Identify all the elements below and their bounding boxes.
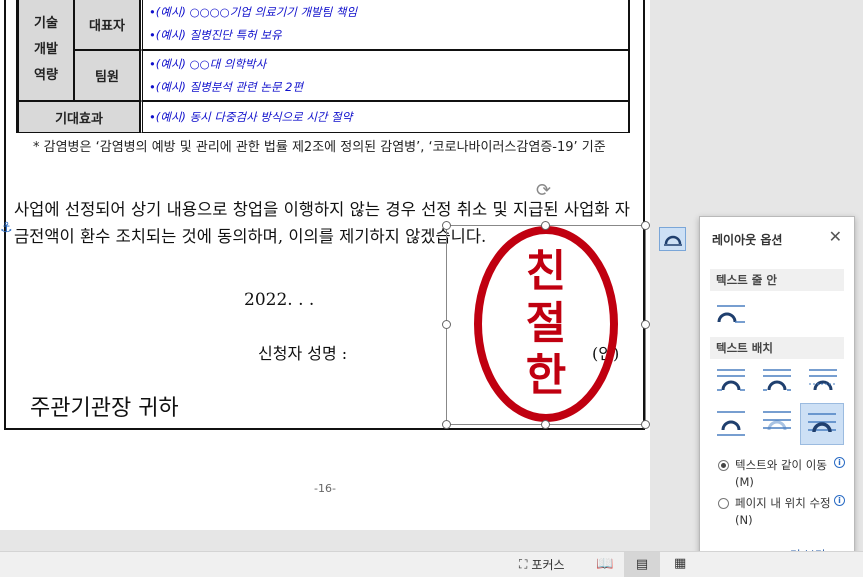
wrap-top-bottom-icon[interactable] (712, 405, 750, 439)
wrap-through-icon[interactable] (804, 363, 842, 397)
resize-handle-tr[interactable] (641, 221, 650, 230)
wrap-in-front-icon[interactable] (800, 403, 844, 445)
wrap-square-icon[interactable] (712, 363, 750, 397)
focus-label: 포커스 (531, 558, 565, 572)
ceo-content[interactable]: •(예시) ○○○○기업 의료기기 개발팀 책임 •(예시) 질병진단 특허 보… (140, 0, 630, 50)
resize-handle-r[interactable] (641, 320, 650, 329)
rotate-handle-icon[interactable]: ⟳ (536, 180, 551, 201)
resize-handle-br[interactable] (641, 420, 650, 429)
radio-fix-position[interactable] (718, 498, 729, 509)
row-sub-team: 팀원 (74, 50, 140, 101)
resize-handle-l[interactable] (442, 320, 451, 329)
info-icon[interactable]: i (834, 457, 845, 468)
ceo-line-2: •(예시) 질병진단 특허 보유 (149, 28, 282, 42)
row-header-tech-label: 기술 개발 역량 (34, 15, 58, 83)
layout-options-panel: 레이아웃 옵션 ✕ 텍스트 줄 안 텍스트 배치 텍스트와 같이 이동(M) i… (699, 216, 855, 576)
page-number: -16- (314, 482, 336, 495)
team-line-1: •(예시) ○○대 의학박사 (149, 56, 267, 71)
focus-icon: ⛶ (519, 557, 528, 571)
web-layout-icon[interactable]: ▦ (674, 556, 686, 571)
applicant-label: 신청자 성명 : (258, 344, 348, 363)
stamp-char-2: 절 (525, 298, 567, 349)
addressee: 주관기관장 귀하 (30, 396, 179, 421)
resize-handle-tl[interactable] (442, 221, 451, 230)
close-icon[interactable]: ✕ (829, 227, 842, 246)
resize-handle-b[interactable] (541, 420, 550, 429)
stamp-char-1: 친 (525, 246, 567, 297)
info-icon[interactable]: i (834, 495, 845, 506)
status-bar: ⛶ 포커스 📖 ▤ ▦ (0, 551, 863, 577)
date-line[interactable]: 2022. . . (244, 290, 314, 310)
ceo-line-1: •(예시) ○○○○기업 의료기기 개발팀 책임 (149, 5, 358, 19)
read-mode-icon[interactable]: 📖 (596, 556, 613, 572)
focus-button[interactable]: ⛶ 포커스 (519, 556, 565, 573)
stamp-char-3: 한 (525, 350, 567, 401)
stamp-image[interactable]: 친 절 한 (474, 226, 618, 422)
radio-move-with-text[interactable] (718, 460, 729, 471)
layout-options-button[interactable] (659, 227, 686, 251)
row-header-tech: 기술 개발 역량 (18, 0, 74, 101)
print-layout-icon[interactable]: ▤ (624, 552, 660, 577)
anchor-icon[interactable]: ⚓ (0, 220, 13, 236)
document-page: 기술 개발 역량 대표자 팀원 •(예시) ○○○○기업 의료기기 개발팀 책임… (0, 0, 650, 530)
frame-left (4, 0, 6, 430)
panel-title: 레이아웃 옵션 (712, 233, 783, 247)
row-sub-team-label: 팀원 (95, 70, 119, 85)
row-header-effect: 기대효과 (18, 101, 140, 133)
resize-handle-t[interactable] (541, 221, 550, 230)
section-wrap: 텍스트 배치 (710, 337, 844, 359)
team-content[interactable]: •(예시) ○○대 의학박사 •(예시) 질병분석 관련 논문 2편 (140, 50, 630, 101)
radio-move-with-text-label: 텍스트와 같이 이동(M) (735, 458, 827, 489)
inline-with-text-icon[interactable] (712, 297, 750, 331)
radio-fix-position-label: 페이지 내 위치 수정(N) (735, 496, 831, 527)
row-sub-ceo-label: 대표자 (89, 18, 125, 34)
row-header-effect-label: 기대효과 (55, 111, 103, 127)
wrap-tight-icon[interactable] (758, 363, 796, 397)
note-text: * 감염병은 ‘감염병의 예방 및 관리에 관한 법률 제2조에 정의된 감염병… (33, 140, 606, 155)
info-table: 기술 개발 역량 대표자 팀원 •(예시) ○○○○기업 의료기기 개발팀 책임… (16, 0, 630, 133)
row-sub-ceo: 대표자 (74, 0, 140, 50)
resize-handle-bl[interactable] (442, 420, 451, 429)
effect-content[interactable]: •(예시) 동시 다중검사 방식으로 시간 절약 (140, 101, 630, 133)
fix-position-option[interactable]: 페이지 내 위치 수정(N) (718, 495, 835, 529)
effect-line: •(예시) 동시 다중검사 방식으로 시간 절약 (149, 109, 353, 124)
team-line-2: •(예시) 질병분석 관련 논문 2편 (149, 79, 304, 94)
frame-bottom (4, 428, 645, 430)
wrap-behind-text-icon[interactable] (758, 405, 796, 439)
section-inline: 텍스트 줄 안 (710, 269, 844, 291)
move-with-text-option[interactable]: 텍스트와 같이 이동(M) (718, 457, 835, 491)
layout-options-icon (663, 235, 682, 246)
